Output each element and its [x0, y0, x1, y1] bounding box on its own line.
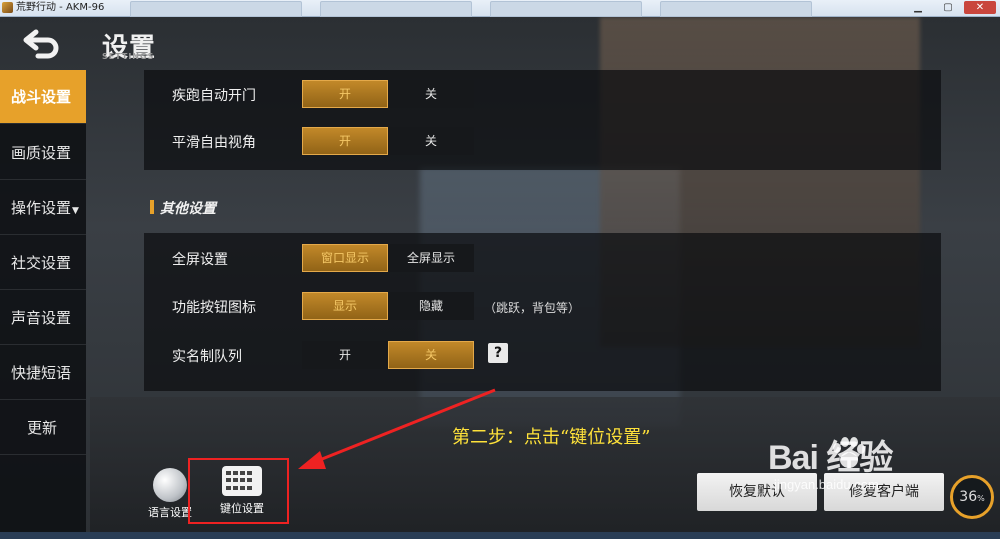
background-window-tabs: [110, 1, 890, 17]
sidebar-item-label: 更新: [27, 419, 58, 437]
globe-icon: [153, 468, 187, 502]
option-show[interactable]: 显示: [302, 292, 388, 320]
row-label-function-button-icons: 功能按钮图标: [172, 300, 256, 316]
option-windowed[interactable]: 窗口显示: [302, 244, 388, 272]
section-marker: [150, 200, 154, 214]
fps-value: 36: [959, 489, 978, 505]
sidebar-item-label: 社交设置: [11, 254, 72, 272]
os-taskbar: [0, 532, 1000, 539]
back-arrow-icon[interactable]: [22, 26, 62, 60]
annotation-highlight-box: [188, 458, 289, 524]
option-off[interactable]: 关: [388, 80, 474, 108]
background-tab[interactable]: [660, 1, 812, 17]
settings-sidebar: 战斗设置 画质设置 操作设置▼ 社交设置 声音设置 快捷短语 更新: [0, 70, 86, 532]
option-on[interactable]: 开: [302, 127, 388, 155]
minimize-icon[interactable]: ▁: [906, 1, 930, 14]
sidebar-item-battle[interactable]: 战斗设置: [0, 70, 86, 124]
sidebar-item-label: 声音设置: [11, 309, 72, 327]
row-label-real-name-queue: 实名制队列: [172, 349, 242, 365]
sidebar-item-graphics[interactable]: 画质设置: [0, 126, 86, 180]
sidebar-item-label: 操作设置: [11, 199, 72, 217]
option-on[interactable]: 开: [302, 341, 388, 369]
toggle-function-button-icons: 显示 隐藏: [302, 292, 474, 320]
watermark: Bai 经验 jingyan.baidu.com: [768, 430, 893, 492]
toggle-fullscreen: 窗口显示 全屏显示: [302, 244, 474, 272]
close-icon[interactable]: ✕: [964, 1, 996, 14]
sidebar-item-quick-phrases[interactable]: 快捷短语: [0, 346, 86, 400]
toggle-smooth-free-look: 开 关: [302, 127, 474, 155]
sidebar-item-update[interactable]: 更新: [0, 401, 86, 455]
maximize-icon[interactable]: ▢: [936, 1, 960, 14]
toggle-real-name-queue: 开 关: [302, 341, 474, 369]
watermark-url: jingyan.baidu.com: [774, 477, 879, 492]
sidebar-item-social[interactable]: 社交设置: [0, 236, 86, 290]
caret-down-icon: ▼: [72, 206, 79, 216]
app-icon: [2, 2, 13, 13]
row-label-sprint-auto-door: 疾跑自动开门: [172, 88, 256, 104]
watermark-logo: Bai 经验: [768, 439, 893, 477]
hint-text: （跳跃，背包等）: [484, 301, 581, 315]
row-label-fullscreen: 全屏设置: [172, 252, 228, 268]
option-on[interactable]: 开: [302, 80, 388, 108]
background-tab[interactable]: [320, 1, 472, 17]
fps-unit: %: [977, 494, 985, 503]
background-tab[interactable]: [130, 1, 302, 17]
sidebar-item-label: 快捷短语: [11, 364, 72, 382]
window-title-bar: 荒野行动 - AKM-96 ▁ ▢ ✕: [0, 0, 1000, 17]
sidebar-item-label: 画质设置: [11, 144, 72, 162]
page-subtitle: SETTINGS: [102, 52, 155, 61]
sidebar-item-label: 战斗设置: [11, 88, 72, 106]
help-icon[interactable]: ?: [488, 343, 508, 363]
annotation-text: 第二步：点击“键位设置”: [452, 427, 651, 448]
option-off[interactable]: 关: [388, 127, 474, 155]
battle-settings-panel: [144, 70, 941, 170]
window-title: 荒野行动 - AKM-96: [16, 2, 105, 13]
option-fullscreen[interactable]: 全屏显示: [388, 244, 474, 272]
sidebar-item-controls[interactable]: 操作设置▼: [0, 181, 86, 235]
row-label-smooth-free-look: 平滑自由视角: [172, 135, 256, 151]
toggle-sprint-auto-door: 开 关: [302, 80, 474, 108]
sidebar-item-sound[interactable]: 声音设置: [0, 291, 86, 345]
section-title-other: 其他设置: [160, 201, 216, 217]
fps-gauge: 36%: [950, 475, 994, 519]
background-tab[interactable]: [490, 1, 642, 17]
language-settings-label: 语言设置: [148, 506, 192, 519]
option-off[interactable]: 关: [388, 341, 474, 369]
option-hide[interactable]: 隐藏: [388, 292, 474, 320]
